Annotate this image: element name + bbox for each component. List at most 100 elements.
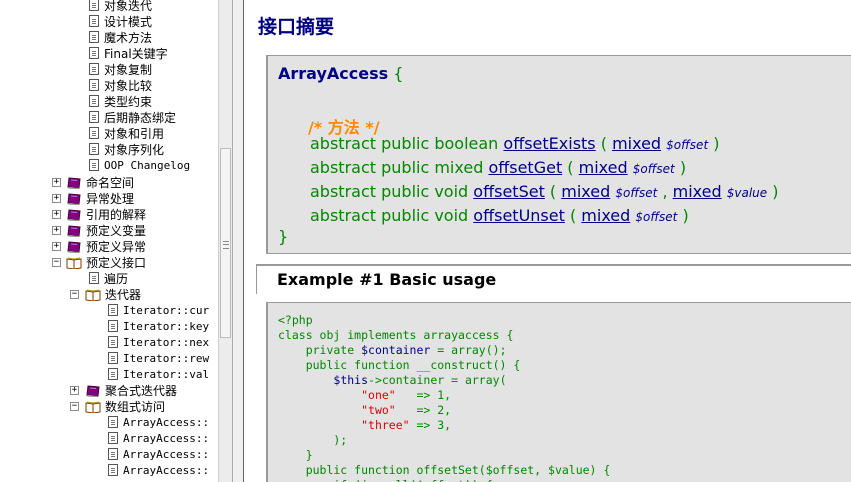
- sidebar-scrollbar[interactable]: [218, 0, 232, 482]
- method-link[interactable]: offsetUnset: [473, 206, 565, 225]
- tree-item-label: 对象比较: [104, 79, 153, 93]
- expand-icon[interactable]: +: [52, 194, 61, 203]
- tree-item[interactable]: 对象和引用: [89, 126, 164, 142]
- code-line: public function offsetSet($offset, $valu…: [278, 463, 611, 477]
- page-icon: [89, 79, 99, 91]
- tree-chapter[interactable]: 预定义异常: [66, 239, 146, 255]
- tree-item-label: 迭代器: [105, 288, 142, 302]
- tree-chapter[interactable]: 预定义接口: [66, 255, 146, 271]
- tree-item[interactable]: Iterator::val: [108, 367, 209, 383]
- tree-item[interactable]: 后期静态绑定: [89, 110, 176, 126]
- method-signature: abstract public void offsetSet ( mixed $…: [310, 182, 779, 201]
- expand-icon[interactable]: +: [52, 210, 61, 219]
- collapse-icon[interactable]: −: [70, 402, 79, 411]
- tree-chapter[interactable]: 预定义变量: [66, 223, 146, 239]
- tree-chapter[interactable]: 命名空间: [66, 175, 134, 191]
- code-line: if (is_null($offset)) {: [278, 478, 492, 482]
- param-type-link[interactable]: mixed: [579, 158, 628, 177]
- tree-chapter[interactable]: 数组式访问: [85, 399, 165, 415]
- method-link[interactable]: offsetGet: [488, 158, 562, 177]
- code-line: "two" => 2,: [278, 403, 451, 417]
- tree-item-label: 数组式访问: [105, 400, 166, 414]
- code-token: ->container = array(: [368, 373, 507, 387]
- tree-item[interactable]: 对象复制: [89, 62, 152, 78]
- code-token: "two": [361, 403, 396, 417]
- code-token: private: [278, 343, 362, 357]
- code-line: class obj implements arrayaccess {: [278, 328, 513, 342]
- book-icon: [67, 193, 81, 205]
- code-token: "three": [361, 418, 410, 432]
- page-icon: [108, 416, 118, 428]
- page-icon: [108, 336, 118, 348]
- param-type-link[interactable]: mixed: [673, 182, 722, 201]
- tree-item[interactable]: Iterator::key: [108, 319, 209, 335]
- open-book-icon: [85, 401, 101, 413]
- tree-item[interactable]: 魔术方法: [89, 30, 152, 46]
- param-type-link[interactable]: mixed: [612, 134, 661, 153]
- tree-item[interactable]: 类型约束: [89, 94, 152, 110]
- code-token: if (is_null($offset)) {: [278, 478, 492, 482]
- tree-item[interactable]: 对象序列化: [89, 142, 164, 158]
- code-line: "one" => 1,: [278, 388, 451, 402]
- collapse-icon[interactable]: −: [52, 258, 61, 267]
- method-modifiers: abstract public boolean: [310, 134, 499, 153]
- code-token: <?php: [278, 313, 313, 327]
- tree-item[interactable]: Iterator::rew: [108, 351, 209, 367]
- page-icon: [108, 368, 118, 380]
- tree-item-label: Iterator::cur: [123, 304, 210, 317]
- tree-item[interactable]: 遍历: [89, 271, 128, 287]
- interface-synopsis: ArrayAccess { /* 方法 */ abstract public b…: [266, 55, 851, 254]
- param-type-link[interactable]: mixed: [561, 182, 610, 201]
- close-brace: }: [278, 227, 289, 246]
- page-icon: [89, 127, 99, 139]
- book-icon: [67, 241, 81, 253]
- tree-item[interactable]: ArrayAccess::: [108, 463, 209, 479]
- tree-item[interactable]: 对象比较: [89, 78, 152, 94]
- tree-item[interactable]: ArrayAccess::: [108, 415, 209, 431]
- method-link[interactable]: offsetExists: [503, 134, 595, 153]
- book-icon: [67, 225, 81, 237]
- tree-item-label: Final关键字: [104, 47, 168, 61]
- collapse-icon[interactable]: −: [70, 290, 79, 299]
- expand-icon[interactable]: +: [70, 386, 79, 395]
- method-modifiers: abstract public void: [310, 206, 469, 225]
- expand-icon[interactable]: +: [52, 178, 61, 187]
- pane-splitter[interactable]: [232, 0, 244, 482]
- tree-item-label: 命名空间: [86, 176, 135, 190]
- tree-item[interactable]: ArrayAccess::: [108, 447, 209, 463]
- tree-chapter[interactable]: 聚合式迭代器: [85, 383, 177, 399]
- method-link[interactable]: offsetSet: [473, 182, 545, 201]
- page-icon: [89, 63, 99, 75]
- param-type-link[interactable]: mixed: [581, 206, 630, 225]
- tree-item[interactable]: ArrayAccess::: [108, 431, 209, 447]
- code-line: private $container = array();: [278, 343, 507, 357]
- tree-item[interactable]: 对象迭代: [89, 0, 152, 14]
- tree-item[interactable]: Iterator::cur: [108, 303, 209, 319]
- class-name: ArrayAccess: [278, 64, 389, 83]
- tree-item[interactable]: Final关键字: [89, 46, 168, 62]
- code-token: => 1,: [395, 388, 452, 402]
- tree-item[interactable]: OOP Changelog: [89, 158, 190, 174]
- param-name: $offset: [666, 138, 709, 152]
- toc-tree: 对象迭代 设计模式 魔术方法 Final关键字 对象复制 对象比较 类型约束 后期静态绑定 对象…: [0, 0, 218, 482]
- code-token: => 2,: [395, 403, 452, 417]
- tree-item-label: 预定义异常: [86, 240, 147, 254]
- scrollbar-thumb[interactable]: [220, 148, 231, 338]
- method-signature: abstract public void offsetUnset ( mixed…: [310, 206, 689, 225]
- tree-chapter[interactable]: 迭代器: [85, 287, 141, 303]
- page-icon: [89, 0, 99, 11]
- tree-item[interactable]: Iterator::nex: [108, 335, 209, 351]
- expand-icon[interactable]: +: [52, 226, 61, 235]
- code-token: }: [278, 448, 313, 462]
- tree-chapter[interactable]: 引用的解释: [66, 207, 146, 223]
- tree-item[interactable]: 设计模式: [89, 14, 152, 30]
- page-title: 接口摘要: [258, 16, 335, 38]
- page-icon: [89, 15, 99, 27]
- tree-item-label: Iterator::rew: [123, 352, 210, 365]
- tree-chapter[interactable]: 异常处理: [66, 191, 134, 207]
- expand-icon[interactable]: +: [52, 242, 61, 251]
- tree-item-label: 遍历: [104, 272, 129, 286]
- tree-item-label: 聚合式迭代器: [105, 384, 178, 398]
- method-modifiers: abstract public void: [310, 182, 469, 201]
